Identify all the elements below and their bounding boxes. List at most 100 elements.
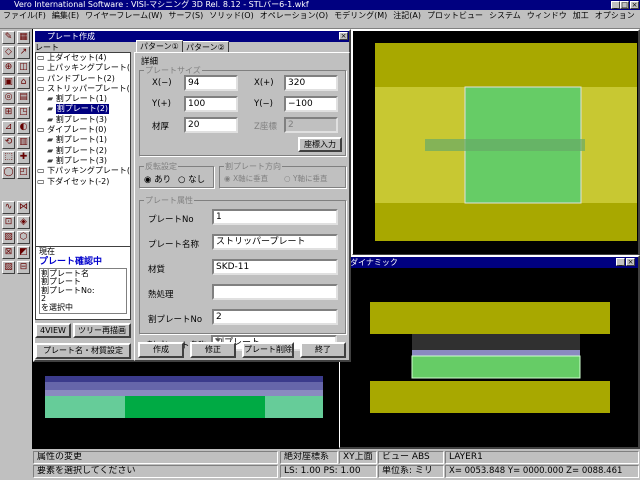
reverse-no-radio[interactable]: ○ なし — [178, 173, 205, 185]
layer-name[interactable]: LAYER1 — [445, 451, 639, 464]
tool-button-26-icon[interactable]: ⊠ — [2, 246, 15, 259]
menu-item-0[interactable]: ファイル(F) — [0, 10, 49, 22]
tree-item-label: パンドプレート(2) — [47, 73, 115, 83]
tool-button-29-icon[interactable]: ⊟ — [17, 261, 30, 274]
tree-item[interactable]: ▰ 割プレート(2) — [37, 104, 130, 115]
tool-button-20-icon[interactable]: ∿ — [2, 201, 15, 214]
tree-item[interactable]: ▰ 割プレート(3) — [37, 156, 130, 166]
split-plate-icon: ▰ — [47, 114, 56, 124]
menu-item-1[interactable]: 編集(E) — [49, 10, 82, 22]
tool-button-21-icon[interactable]: ⋈ — [17, 201, 30, 214]
tool-button-15-icon[interactable]: ▥ — [17, 136, 30, 149]
menu-item-4[interactable]: ソリッド(O) — [206, 10, 257, 22]
tool-button-27-icon[interactable]: ◩ — [17, 246, 30, 259]
delete-plate-button[interactable]: プレート削除 — [242, 342, 294, 358]
tool-button-3-icon[interactable]: ↗ — [17, 46, 30, 59]
split-y-radio[interactable]: ○ Y軸に垂直 — [284, 173, 328, 184]
dynamic-minimize-icon[interactable]: _ — [616, 258, 625, 266]
work-plane[interactable]: XY上面 — [339, 451, 377, 464]
tool-button-9-icon[interactable]: ▤ — [17, 91, 30, 104]
tree-item[interactable]: ▭ 上ダイセット(4) — [37, 53, 130, 63]
thickness-field[interactable]: 20 — [184, 117, 238, 133]
tree-item[interactable]: ▰ 割プレート(2) — [37, 146, 130, 156]
x-plus-field[interactable]: 320 — [284, 75, 338, 91]
tree-item[interactable]: ▭ パンドプレート(2) — [37, 74, 130, 84]
plate-tree[interactable]: ▭ 上ダイセット(4) ▭ 上パッキングプレート(3) ▭ パンドプレート(2) ▭ … — [35, 52, 131, 258]
tree-item[interactable]: ▰ 割プレート(3) — [37, 115, 130, 125]
modify-button[interactable]: 修正 — [190, 342, 236, 358]
tree-item[interactable]: ▭ ダイプレート(0) — [37, 125, 130, 135]
coord-input-button[interactable]: 座標入力 — [298, 137, 342, 152]
reverse-yes-radio[interactable]: ◉ あり — [144, 173, 171, 185]
tool-button-12-icon[interactable]: ⊿ — [2, 121, 15, 134]
tree-item[interactable]: ▰ 割プレート(1) — [37, 94, 130, 104]
4view-button[interactable]: 4VIEW — [35, 323, 71, 338]
tool-button-22-icon[interactable]: ⊡ — [2, 216, 15, 229]
tool-button-0-icon[interactable]: ✎ — [2, 31, 15, 44]
tool-button-2-icon[interactable]: ◇ — [2, 46, 15, 59]
menu-item-6[interactable]: モデリング(M) — [331, 10, 390, 22]
tool-button-13-icon[interactable]: ◐ — [17, 121, 30, 134]
tool-button-6-icon[interactable]: ▣ — [2, 76, 15, 89]
menu-item-10[interactable]: ウィンドウ — [524, 10, 570, 22]
menu-item-9[interactable]: システム — [486, 10, 524, 22]
tool-button-28-icon[interactable]: ▨ — [2, 261, 15, 274]
close-icon[interactable]: × — [630, 1, 639, 9]
tree-redraw-button[interactable]: ツリー再描画 — [73, 323, 131, 338]
tool-button-19-icon[interactable]: ◰ — [17, 166, 30, 179]
menu-item-7[interactable]: 注記(A) — [390, 10, 424, 22]
dynamic-close-icon[interactable]: × — [626, 258, 635, 266]
tool-button-7-icon[interactable]: ⌂ — [17, 76, 30, 89]
tree-item[interactable]: ▭ 下ダイセット(-2) — [37, 177, 130, 187]
exit-button[interactable]: 終了 — [300, 342, 346, 358]
plate-name-field[interactable]: ストリッパープレート — [212, 234, 338, 250]
tree-header: レート — [35, 43, 59, 52]
create-button[interactable]: 作成 — [138, 342, 184, 358]
menu-bar: ファイル(F) 編集(E) ワイヤーフレーム(W) サーフ(S) ソリッド(O) オペレー… — [0, 10, 640, 22]
material-field[interactable]: SKD-11 — [212, 259, 338, 275]
tool-button-14-icon[interactable]: ⟲ — [2, 136, 15, 149]
view-name[interactable]: ビュー ABS — [378, 451, 444, 464]
split-no-field[interactable]: 2 — [212, 309, 338, 325]
minimize-icon[interactable]: _ — [611, 1, 620, 9]
tool-button-16-icon[interactable]: ⬚ — [2, 151, 15, 164]
tool-button-5-icon[interactable]: ◫ — [17, 61, 30, 74]
plate-no-field[interactable]: 1 — [212, 209, 338, 225]
tree-item[interactable]: ▰ 割プレート(1) — [37, 135, 130, 145]
tool-button-17-icon[interactable]: ✚ — [17, 151, 30, 164]
tool-button-4-icon[interactable]: ⊕ — [2, 61, 15, 74]
tree-item-label: 下パッキングプレート(-1) — [47, 166, 130, 176]
tool-button-23-icon[interactable]: ◈ — [17, 216, 30, 229]
tool-button-25-icon[interactable]: ⬡ — [17, 231, 30, 244]
split-x-radio[interactable]: ◉ X軸に垂直 — [224, 173, 268, 184]
menu-item-12[interactable]: オプション — [592, 10, 638, 22]
menu-item-8[interactable]: プロットビュー — [424, 10, 486, 22]
tool-button-10-icon[interactable]: ⊞ — [2, 106, 15, 119]
tree-item[interactable]: ▭ 上パッキングプレート(3) — [37, 63, 130, 73]
tree-item-label: 下ダイセット(-2) — [47, 176, 110, 186]
tool-button-18-icon[interactable]: ◯ — [2, 166, 15, 179]
front-view-viewport[interactable] — [33, 360, 339, 449]
y-minus-field[interactable]: −100 — [284, 96, 338, 112]
top-viewport[interactable] — [353, 31, 638, 254]
coord-system[interactable]: 絶対座標系 — [280, 451, 338, 464]
menu-item-5[interactable]: オペレーション(O) — [257, 10, 331, 22]
heat-treatment-field[interactable] — [212, 284, 338, 300]
x-minus-field[interactable]: 94 — [184, 75, 238, 91]
x-plus-label: X(+) — [254, 78, 274, 88]
material-settings-button[interactable]: プレート名・材質設定 — [35, 343, 131, 359]
tool-button-1-icon[interactable]: ▦ — [17, 31, 30, 44]
maximize-icon[interactable]: □ — [620, 1, 629, 9]
tree-item[interactable]: ▭ ストリッパープレート(1) — [37, 84, 130, 94]
dynamic-viewport[interactable] — [340, 268, 638, 447]
tab-pattern-1[interactable]: パターン① — [136, 40, 183, 52]
y-plus-field[interactable]: 100 — [184, 96, 238, 112]
menu-item-11[interactable]: 加工 — [570, 10, 592, 22]
tool-button-24-icon[interactable]: ▧ — [2, 231, 15, 244]
menu-item-2[interactable]: ワイヤーフレーム(W) — [82, 10, 165, 22]
menu-item-3[interactable]: サーフ(S) — [165, 10, 206, 22]
top-view-drawing — [375, 43, 637, 241]
tool-button-11-icon[interactable]: ◳ — [17, 106, 30, 119]
tree-item[interactable]: ▭ 下パッキングプレート(-1) — [37, 166, 130, 176]
tool-button-8-icon[interactable]: ◎ — [2, 91, 15, 104]
